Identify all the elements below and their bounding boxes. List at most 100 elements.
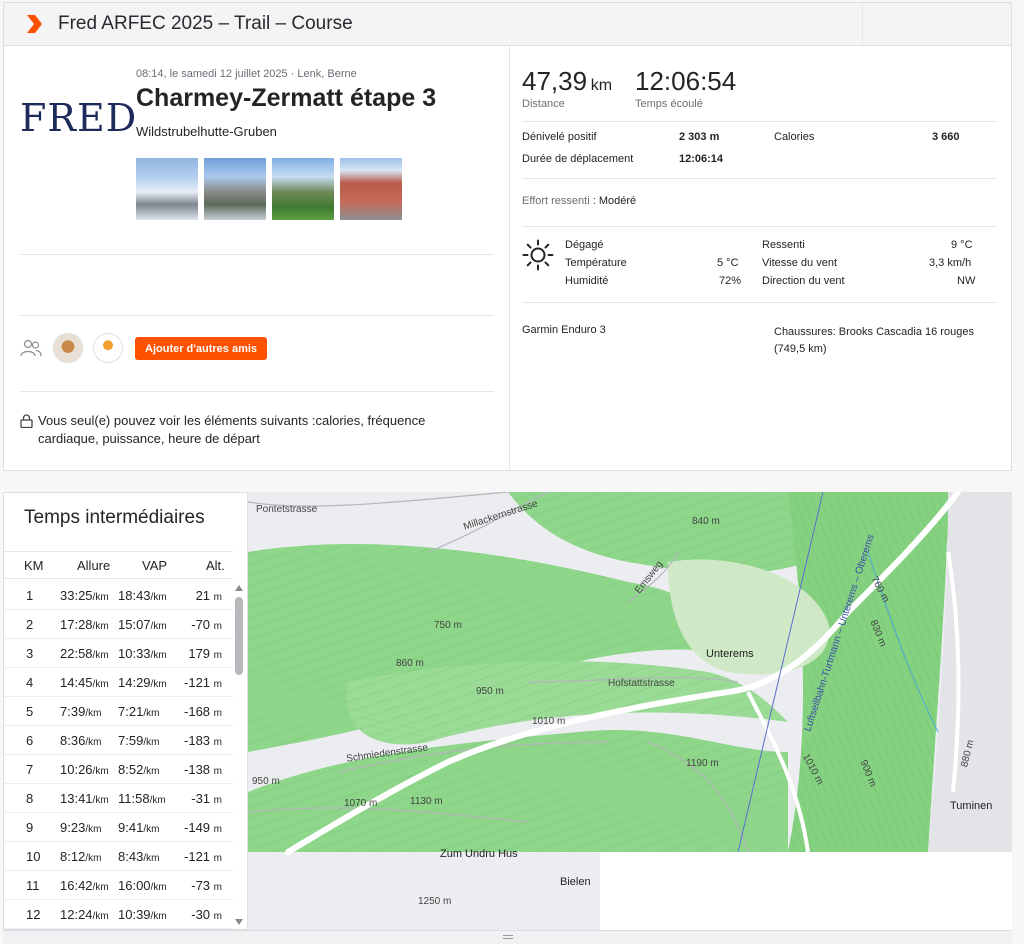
contour-label: 1130 m — [410, 796, 443, 807]
splits-scrollbar[interactable] — [235, 585, 243, 925]
map-street-label: Pontetstrasse — [256, 504, 318, 515]
col-pace: Allure — [77, 558, 111, 573]
activity-summary-card: FRED 08:14, le samedi 12 juillet 2025 · … — [3, 46, 1012, 471]
distance-unit: km — [590, 77, 613, 94]
wind-direction-label: Direction du vent — [762, 275, 845, 287]
split-alt: -183 m — [184, 733, 222, 748]
split-gap: 10:33/km — [118, 646, 167, 661]
weather-condition: Dégagé — [565, 239, 604, 251]
wind-speed-label: Vitesse du vent — [762, 257, 838, 269]
resize-bar[interactable] — [3, 930, 1012, 944]
split-alt: -138 m — [184, 762, 222, 777]
table-row[interactable]: 6 8:36/km 7:59/km -183 m — [4, 726, 233, 755]
route-map[interactable]: Pontetstrasse Millackernstrasse Emsweg H… — [248, 492, 1012, 930]
split-pace: 17:28/km — [60, 617, 109, 632]
table-row[interactable]: 11 16:42/km 16:00/km -73 m — [4, 871, 233, 900]
activity-photo[interactable] — [204, 158, 266, 220]
table-row[interactable]: 2 17:28/km 15:07/km -70 m — [4, 610, 233, 639]
split-gap: 18:43/km — [118, 588, 167, 603]
moving-time-value: 12:06:14 — [679, 153, 724, 165]
split-gap: 8:43/km — [118, 849, 160, 864]
activity-photo[interactable] — [272, 158, 334, 220]
perceived-effort: Effort ressenti : Modéré — [522, 195, 637, 207]
split-alt: -121 m — [184, 849, 222, 864]
split-gap: 14:29/km — [118, 675, 167, 690]
effort-value: Modéré — [598, 195, 637, 207]
sun-icon — [522, 239, 554, 271]
table-row[interactable]: 4 14:45/km 14:29/km -121 m — [4, 668, 233, 697]
elapsed-time-stat: 12:06:54 Temps écoulé — [635, 66, 736, 110]
table-row[interactable]: 5 7:39/km 7:21/km -168 m — [4, 697, 233, 726]
activity-description: Wildstrubelhutte-Gruben — [136, 124, 277, 139]
split-gap: 7:21/km — [118, 704, 160, 719]
table-row[interactable]: 12 12:24/km 10:39/km -30 m — [4, 900, 233, 929]
scroll-up-icon[interactable] — [235, 585, 243, 591]
split-pace: 9:23/km — [60, 820, 102, 835]
table-row[interactable]: 9 9:23/km 9:41/km -149 m — [4, 813, 233, 842]
shoes-info[interactable]: Chaussures: Brooks Cascadia 16 rouges (7… — [774, 324, 996, 358]
privacy-notice: Vous seul(e) pouvez voir les éléments su… — [38, 413, 426, 446]
split-km: 2 — [26, 617, 34, 632]
split-pace: 33:25/km — [60, 588, 109, 603]
map-place-label: Zum Undru Hus — [440, 848, 518, 860]
distance-label: Distance — [522, 98, 565, 110]
wind-direction-value: NW — [957, 275, 976, 287]
page-title: Fred ARFEC 2025 – Trail – Course — [58, 13, 353, 34]
split-alt: -149 m — [184, 820, 222, 835]
split-pace: 13:41/km — [60, 791, 109, 806]
split-gap: 11:58/km — [118, 791, 166, 806]
contour-label: 860 m — [396, 658, 424, 669]
split-km: 6 — [26, 733, 34, 748]
device-name: Garmin Enduro 3 — [522, 324, 606, 336]
activity-photo[interactable] — [340, 158, 402, 220]
map-place-label: Bielen — [560, 876, 591, 888]
split-km: 8 — [26, 791, 34, 806]
table-row[interactable]: 7 10:26/km 8:52/km -138 m — [4, 755, 233, 784]
splits-header: KM Allure VAP Alt. — [4, 551, 233, 579]
col-km: KM — [24, 558, 44, 573]
avatar[interactable] — [53, 333, 83, 363]
resize-grip-icon[interactable] — [503, 935, 513, 939]
split-km: 9 — [26, 820, 34, 835]
distance-stat: 47,39 km Distance — [522, 66, 612, 110]
elapsed-time-label: Temps écoulé — [635, 98, 703, 110]
split-km: 3 — [26, 646, 34, 661]
map-place-label: Unterems — [706, 648, 754, 660]
split-gap: 7:59/km — [118, 733, 160, 748]
friends-icon — [20, 339, 42, 357]
table-row[interactable]: 1 33:25/km 18:43/km 21 m — [4, 581, 233, 610]
add-friends-button[interactable]: Ajouter d'autres amis — [135, 337, 268, 360]
feels-like-label: Ressenti — [762, 239, 805, 251]
humidity-label: Humidité — [565, 275, 609, 287]
split-gap: 15:07/km — [118, 617, 167, 632]
col-alt: Alt. — [206, 558, 225, 573]
split-km: 5 — [26, 704, 34, 719]
split-gap: 16:00/km — [118, 878, 167, 893]
split-pace: 14:45/km — [60, 675, 109, 690]
table-row[interactable]: 10 8:12/km 8:43/km -121 m — [4, 842, 233, 871]
split-alt: -121 m — [184, 675, 222, 690]
lock-icon — [20, 414, 33, 428]
distance-value: 47,39 — [522, 66, 588, 96]
table-row[interactable]: 8 13:41/km 11:58/km -31 m — [4, 784, 233, 813]
contour-label: 950 m — [476, 686, 504, 697]
elevation-value: 2 303 m — [679, 131, 720, 143]
splits-panel: Temps intermédiaires KM Allure VAP Alt. … — [3, 492, 248, 930]
scroll-down-icon[interactable] — [235, 919, 243, 925]
contour-label: 1190 m — [686, 758, 719, 769]
avatar[interactable] — [93, 333, 123, 363]
split-alt: -73 m — [191, 878, 222, 893]
chevron-right-icon — [27, 15, 42, 33]
split-gap: 10:39/km — [118, 907, 167, 922]
col-gap: VAP — [142, 558, 168, 573]
split-pace: 8:36/km — [60, 733, 102, 748]
photo-strip — [136, 158, 402, 220]
split-km: 12 — [26, 907, 41, 922]
calories-value: 3 660 — [932, 131, 960, 143]
scroll-thumb[interactable] — [235, 597, 243, 675]
contour-label: 950 m — [252, 776, 280, 787]
split-pace: 16:42/km — [60, 878, 109, 893]
activity-photo[interactable] — [136, 158, 198, 220]
table-row[interactable]: 3 22:58/km 10:33/km 179 m — [4, 639, 233, 668]
split-km: 4 — [26, 675, 34, 690]
